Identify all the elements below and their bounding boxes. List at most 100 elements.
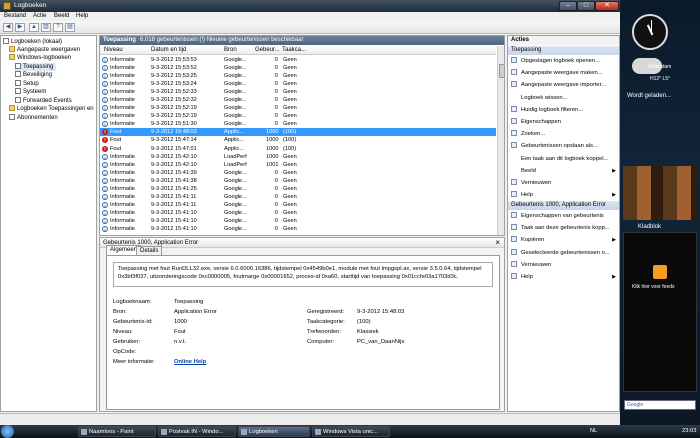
feeds-gadget[interactable] — [623, 232, 697, 392]
column-niveau[interactable]: Niveau — [104, 47, 123, 53]
menu-help[interactable]: Help — [76, 13, 88, 19]
clock-gadget[interactable] — [632, 14, 668, 50]
table-row[interactable]: i Informatie 9-3-2012 15:53:53 Google... 0 Ge… — [100, 56, 496, 64]
forward-icon[interactable]: ▶ — [15, 23, 25, 32]
action-item[interactable]: Gebeurtenissen opslaan als... — [511, 142, 619, 151]
action-item[interactable]: Aangepaste weergave maken... — [511, 69, 619, 78]
table-row[interactable]: ! Fout 9-3-2012 15:48:03 Applic... 1000 (100) — [100, 128, 496, 137]
search-gadget[interactable]: Google — [624, 400, 696, 410]
tree-item-beveiliging[interactable]: Beveiliging — [15, 71, 52, 79]
action-item[interactable]: Aangepaste weergave importer... — [511, 81, 619, 90]
taskbar-item-logboeken[interactable]: Logboeken — [238, 426, 310, 437]
app-icon — [3, 2, 11, 10]
help-icon[interactable]: ? — [53, 23, 63, 32]
action-item[interactable]: Taak aan deze gebeurtenis kopp... — [511, 224, 619, 233]
column-gebeurtenis-id[interactable]: Gebeur... — [255, 47, 280, 53]
tree-label: Forwarded Events — [23, 98, 72, 104]
tree-item-setup[interactable]: Setup — [15, 80, 39, 88]
table-row[interactable]: i Informatie 9-3-2012 15:41:25 Google... 0 Ge… — [100, 185, 496, 193]
table-row[interactable]: i Informatie 9-3-2012 15:52:33 Google... 0 Ge… — [100, 88, 496, 96]
tree-item-systeem[interactable]: Systeem — [15, 88, 46, 96]
cell-task: Geen — [283, 57, 297, 63]
table-row[interactable]: i Informatie 9-3-2012 15:41:10 Google... 0 Ge… — [100, 209, 496, 217]
column-taakcategorie[interactable]: Taakca... — [282, 47, 306, 53]
action-item[interactable]: Zoeken... — [511, 130, 619, 139]
table-row[interactable]: i Informatie 9-3-2012 15:51:30 Google... 0 Ge… — [100, 120, 496, 128]
taskbar-item-browser[interactable]: Windows Vista unic... — [312, 426, 390, 437]
action-item[interactable]: Vernieuwen — [511, 179, 619, 188]
tree-item-toepassing[interactable]: Toepassing — [15, 63, 57, 71]
events-scrollbar[interactable] — [497, 46, 504, 235]
cell-event-id: 0 — [274, 177, 278, 184]
action-item[interactable]: Opgeslagen logboek openen... — [511, 57, 619, 66]
field-value: 1000 — [174, 319, 187, 325]
table-row[interactable]: i Informatie 9-3-2012 15:53:25 Google... 0 Ge… — [100, 72, 496, 80]
actions-section-event[interactable]: Gebeurtenis 1000, Application Error — [508, 201, 619, 210]
table-row[interactable]: i Informatie 9-3-2012 15:41:11 Google... 0 Ge… — [100, 201, 496, 209]
table-row[interactable]: ! Fout 9-3-2012 15:47:14 Applic... 1000 (100) — [100, 136, 496, 144]
table-row[interactable]: i Informatie 9-3-2012 15:53:24 Google... 0 Ge… — [100, 80, 496, 88]
notes-gadget[interactable]: Kladblok — [638, 224, 661, 230]
table-row[interactable]: i Informatie 9-3-2012 15:52:19 Google... 0 Ge… — [100, 104, 496, 112]
tree-item-logboeken-lokaal[interactable]: Logboeken (lokaal) — [3, 38, 62, 46]
action-pane-icon[interactable]: ▤ — [65, 23, 75, 32]
event-message[interactable]: Toepassing met fout RunDLL32.exe, versie… — [113, 262, 493, 287]
table-row[interactable]: i Informatie 9-3-2012 15:41:10 Google... 0 Ge… — [100, 225, 496, 233]
slideshow-gadget[interactable] — [623, 166, 697, 220]
close-icon[interactable]: × — [495, 238, 500, 247]
field-label: Computer: — [307, 339, 335, 345]
tab-details[interactable]: Details — [136, 246, 163, 255]
menu-beeld[interactable]: Beeld — [54, 13, 69, 19]
tree-item-abonnementen[interactable]: Abonnementen — [9, 114, 58, 122]
tree-item-aangepaste-weergaven[interactable]: Aangepaste weergaven — [9, 46, 80, 54]
taskbar-item-paint[interactable]: Naamloos - Paint — [78, 426, 156, 437]
table-row[interactable]: ! Fout 9-3-2012 15:47:01 Applic... 1000 (100) — [100, 145, 496, 153]
tree-item-logboeken-toepassingen[interactable]: Logboeken Toepassingen en — [9, 105, 94, 113]
table-row[interactable]: i Informatie 9-3-2012 15:52:19 Google... 0 Ge… — [100, 112, 496, 120]
table-row[interactable]: i Informatie 9-3-2012 15:52:32 Google... 0 Ge… — [100, 96, 496, 104]
action-item[interactable]: Help ▶ — [511, 191, 619, 200]
action-item[interactable]: Beeld ▶ — [511, 167, 619, 176]
table-row[interactable]: i Informatie 9-3-2012 15:42:10 LoadPerf 1000… — [100, 153, 496, 161]
table-row[interactable]: i Informatie 9-3-2012 15:41:38 Google... 0 Ge… — [100, 177, 496, 185]
back-icon[interactable]: ◀ — [3, 23, 13, 32]
menu-actie[interactable]: Actie — [33, 13, 46, 19]
action-item[interactable]: Logboek wissen... — [511, 94, 619, 103]
table-row[interactable]: i Informatie 9-3-2012 15:42:10 LoadPerf 1001… — [100, 161, 496, 169]
action-item[interactable]: Huidig logboek filteren... — [511, 105, 619, 115]
field-label: Taakcategorie: — [307, 319, 345, 325]
maximize-button[interactable]: □ — [577, 1, 595, 11]
tray-clock[interactable]: 23:03 — [682, 425, 697, 438]
actions-section-toepassing[interactable]: Toepassing — [508, 46, 619, 55]
close-button[interactable]: ✕ — [595, 1, 619, 11]
action-item[interactable]: Help ▶ — [511, 273, 619, 282]
show-hide-tree-icon[interactable]: ▥ — [41, 23, 51, 32]
online-help-link[interactable]: Online Help — [174, 359, 206, 365]
table-row[interactable]: i Informatie 9-3-2012 15:41:11 Google... 0 Ge… — [100, 193, 496, 201]
table-row[interactable]: i Informatie 9-3-2012 15:53:52 Google... 0 Ge… — [100, 64, 496, 72]
column-datum[interactable]: Datum en tijd — [151, 47, 186, 53]
tree-item-forwarded-events[interactable]: Forwarded Events — [15, 97, 72, 105]
column-bron[interactable]: Bron — [224, 47, 237, 53]
language-indicator[interactable]: NL — [590, 425, 597, 438]
cell-date: 9-3-2012 15:53:24 — [151, 81, 197, 88]
action-item[interactable]: Eigenschappen — [511, 118, 619, 127]
menu-bestand[interactable]: Bestand — [4, 13, 26, 19]
taskbar-item-mail[interactable]: Postvak IN - Windo... — [158, 426, 236, 437]
minimize-button[interactable]: – — [559, 1, 577, 11]
title-bar[interactable]: Logboeken – □ ✕ — [0, 0, 620, 12]
scrollbar-thumb[interactable] — [499, 64, 504, 78]
action-item[interactable]: Kopiëren ▶ — [511, 236, 619, 245]
start-button[interactable] — [1, 425, 14, 438]
tree-item-windows-logboeken[interactable]: Windows-logboeken — [9, 54, 71, 62]
folder-up-icon[interactable]: ▲ — [29, 23, 39, 32]
action-item[interactable]: Een taak aan dit logboek koppel... — [511, 155, 619, 164]
table-row[interactable]: i Informatie 9-3-2012 15:41:10 Google... 0 Ge… — [100, 217, 496, 225]
cell-date: 9-3-2012 15:52:32 — [151, 97, 197, 104]
table-row[interactable]: i Informatie 9-3-2012 15:41:39 Google... 0 Ge… — [100, 169, 496, 177]
feeds-text[interactable]: Klik hier voor feeds — [632, 284, 675, 290]
tree-label: Logboeken (lokaal) — [11, 39, 63, 45]
action-item[interactable]: Eigenschappen van gebeurtenis — [511, 212, 619, 221]
action-item[interactable]: Vernieuwen — [511, 260, 619, 270]
action-item[interactable]: Geselecteerde gebeurtenissen o... — [511, 248, 619, 258]
